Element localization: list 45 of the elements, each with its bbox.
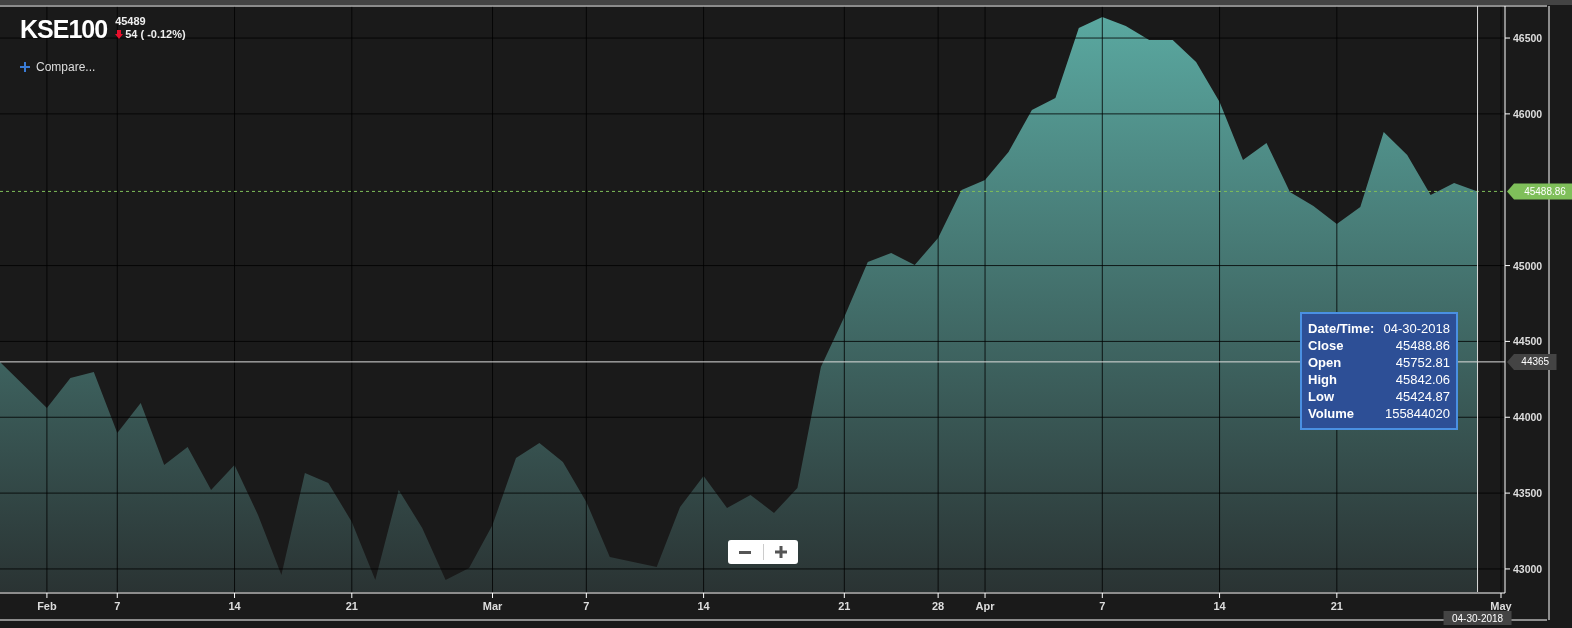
tooltip-value: 45752.81 [1394, 354, 1450, 371]
axis-label: 46500 [1513, 32, 1543, 45]
axis-label: 44500 [1513, 335, 1543, 348]
date-tag: 04-30-2018 [1443, 611, 1512, 625]
axis-label: Apr [975, 600, 995, 612]
plus-icon [20, 62, 30, 72]
axis-label: 7 [1099, 600, 1106, 612]
axis-label: 45000 [1513, 259, 1543, 272]
price-change: 54 ( -0.12%) [125, 28, 186, 41]
price-tag: 45488.86 [1507, 183, 1572, 200]
tooltip-label: Close [1308, 337, 1345, 354]
axis-label: 21 [1330, 600, 1343, 612]
axis-label: 7 [583, 600, 590, 612]
compare-button[interactable]: Compare... [20, 60, 96, 74]
minus-icon [739, 550, 752, 554]
axis-label: 7 [114, 600, 121, 612]
ref-line-label: 45488.86 [1524, 185, 1567, 197]
tooltip-label: Open [1308, 354, 1343, 371]
axis-label: 14 [697, 600, 710, 612]
tooltip-label: Date/Time: [1308, 320, 1375, 337]
axis-label: Feb [37, 600, 57, 612]
tooltip-label: High [1308, 371, 1338, 388]
tooltip-label: Low [1308, 388, 1335, 405]
plus-icon [774, 546, 787, 558]
symbol-title: KSE100 [20, 14, 108, 44]
tooltip-value: 45488.86 [1394, 337, 1450, 354]
price-value: 45489 [115, 15, 147, 28]
price-tag: 44365 [1507, 353, 1557, 370]
tooltip-label: Volume [1308, 405, 1355, 422]
axis-label: 21 [345, 600, 358, 612]
ref-line-label: 44365 [1521, 356, 1550, 368]
tooltip-value: 45842.06 [1394, 371, 1450, 388]
axis-label: 14 [228, 600, 241, 612]
axis-label: 28 [932, 600, 945, 612]
axis-label: 46000 [1513, 107, 1543, 120]
axis-label: 21 [838, 600, 851, 612]
axis-label: 44000 [1513, 411, 1543, 424]
tooltip-value: 04-30-2018 [1382, 320, 1450, 337]
tooltip-value: 45424.87 [1394, 388, 1450, 405]
tooltip-value: 155844020 [1383, 405, 1450, 422]
axis-label: May [1490, 600, 1512, 612]
axis-label: 43000 [1513, 562, 1543, 575]
axis-label: 43500 [1513, 487, 1543, 500]
axis-label: Mar [482, 600, 503, 612]
axis-label: 14 [1213, 600, 1226, 612]
